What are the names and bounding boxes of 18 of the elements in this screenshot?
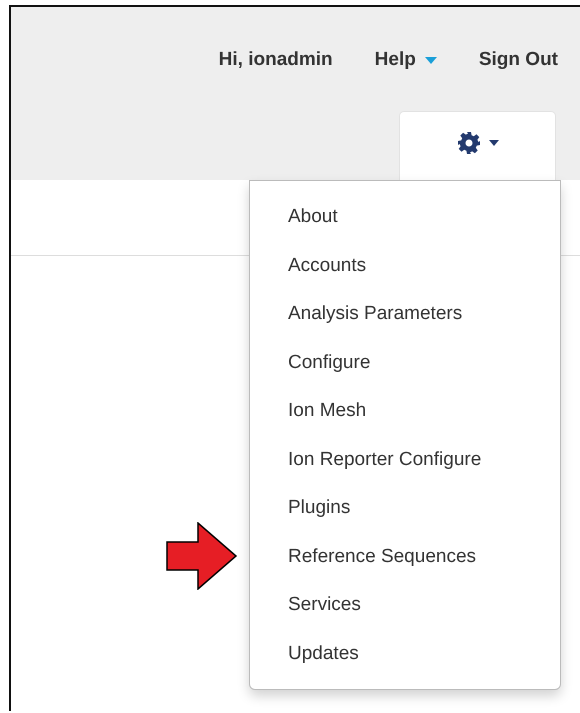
- greeting-text: Hi, ionadmin: [218, 48, 333, 72]
- help-link[interactable]: Help: [374, 40, 437, 80]
- menu-item[interactable]: Accounts: [250, 242, 560, 290]
- caret-icon: [488, 140, 498, 146]
- menu-item[interactable]: Reference Sequences: [250, 532, 560, 581]
- menu-item[interactable]: Configure: [250, 338, 560, 387]
- gear-icon: [456, 131, 480, 155]
- caret-icon: [424, 56, 437, 64]
- menu-item[interactable]: Ion Reporter Configure: [250, 436, 560, 484]
- arrow-icon: [166, 522, 238, 590]
- menu-item[interactable]: About: [250, 193, 560, 242]
- settings-button[interactable]: [399, 111, 556, 180]
- menu-item[interactable]: Ion Mesh: [250, 387, 560, 436]
- menu-item[interactable]: Analysis Parameters: [250, 290, 560, 338]
- menu-item[interactable]: Updates: [250, 630, 560, 678]
- menu-item[interactable]: Plugins: [250, 484, 560, 532]
- menu-item[interactable]: Services: [250, 581, 560, 630]
- sign-out-link[interactable]: Sign Out: [478, 40, 558, 80]
